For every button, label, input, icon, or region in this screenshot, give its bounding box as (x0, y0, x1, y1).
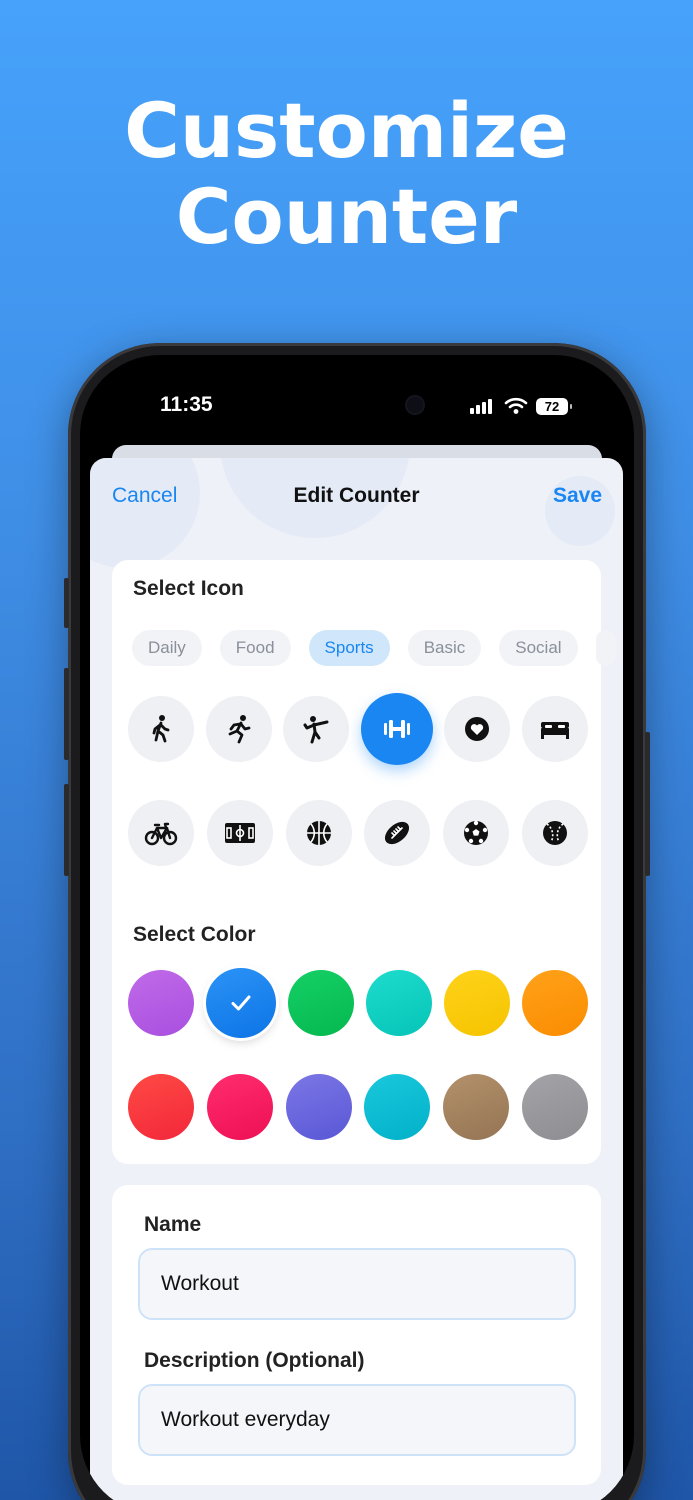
promo-line-2: Counter (175, 172, 518, 261)
category-chip-sports[interactable]: Sports (308, 630, 390, 666)
select-icon-title: Select Icon (133, 577, 244, 600)
battery-indicator: 72 (536, 397, 572, 415)
color-swatch-indigo[interactable] (285, 1074, 352, 1140)
category-chip-basic[interactable]: Basic (407, 630, 482, 666)
edit-counter-sheet: Cancel Edit Counter Save Select Icon Dai… (90, 458, 623, 1500)
bed-icon[interactable] (521, 696, 588, 762)
football-icon[interactable] (364, 800, 431, 866)
phone-screen: 11:35 72 Cancel Edit Counter Save Select… (80, 355, 634, 1500)
color-swatch-orange[interactable] (522, 970, 588, 1036)
icon-row (128, 800, 588, 868)
page-title: Edit Counter (293, 484, 420, 507)
color-swatch-teal[interactable] (366, 970, 432, 1036)
color-swatch-blue[interactable] (206, 968, 276, 1038)
category-chip-daily[interactable]: Daily (132, 630, 202, 666)
description-label: Description (Optional) (144, 1349, 365, 1372)
icon-category-tabs: Daily Food Sports Basic Social (132, 630, 616, 666)
category-chip-food[interactable]: Food (219, 630, 291, 666)
figure-run-icon[interactable] (205, 696, 272, 762)
nav-bar: Cancel Edit Counter Save (90, 480, 623, 520)
select-color-title: Select Color (133, 923, 256, 946)
color-row (128, 1074, 588, 1142)
color-swatch-purple[interactable] (128, 970, 194, 1036)
color-swatch-pink[interactable] (206, 1074, 273, 1140)
color-swatch-brown[interactable] (443, 1074, 510, 1140)
color-grid (128, 968, 588, 1178)
bicycle-icon[interactable] (128, 800, 194, 866)
color-row (128, 968, 588, 1038)
dumbbell-icon[interactable] (360, 693, 433, 765)
basketball-icon[interactable] (285, 800, 352, 866)
name-field[interactable] (138, 1248, 576, 1320)
status-indicators: 72 (470, 397, 572, 415)
category-chip-social[interactable]: Social (499, 630, 578, 666)
wifi-icon (504, 397, 528, 414)
color-swatch-cyan[interactable] (364, 1074, 431, 1140)
name-label: Name (144, 1213, 202, 1236)
phone-power-button (645, 732, 650, 876)
front-camera (407, 397, 423, 413)
description-field[interactable] (138, 1384, 576, 1456)
color-swatch-gray[interactable] (521, 1074, 588, 1140)
phone-volume-up-button (64, 668, 69, 760)
icon-row (128, 693, 588, 765)
soccer-ball-icon[interactable] (443, 800, 510, 866)
details-form-card: Name Description (Optional) (112, 1185, 601, 1485)
soccer-field-icon[interactable] (206, 800, 273, 866)
color-swatch-green[interactable] (288, 970, 354, 1036)
baseball-icon[interactable] (521, 800, 588, 866)
checkmark-icon (206, 968, 276, 1038)
icon-grid (128, 693, 588, 904)
icon-color-card: Select Icon Daily Food Sports Basic Soci… (112, 560, 616, 1164)
heart-icon[interactable] (444, 696, 511, 762)
status-time: 11:35 (160, 393, 213, 416)
color-swatch-red[interactable] (128, 1074, 194, 1140)
phone-action-button (64, 578, 69, 628)
cellular-signal-icon (470, 399, 492, 414)
promo-headline: Customize Counter (0, 88, 693, 260)
category-chip-more[interactable] (595, 630, 616, 666)
color-swatch-yellow[interactable] (444, 970, 510, 1036)
martial-arts-kick-icon[interactable] (283, 696, 350, 762)
phone-volume-down-button (64, 784, 69, 876)
figure-walk-icon[interactable] (128, 696, 194, 762)
promo-line-1: Customize (124, 86, 569, 175)
save-button[interactable]: Save (553, 484, 602, 508)
